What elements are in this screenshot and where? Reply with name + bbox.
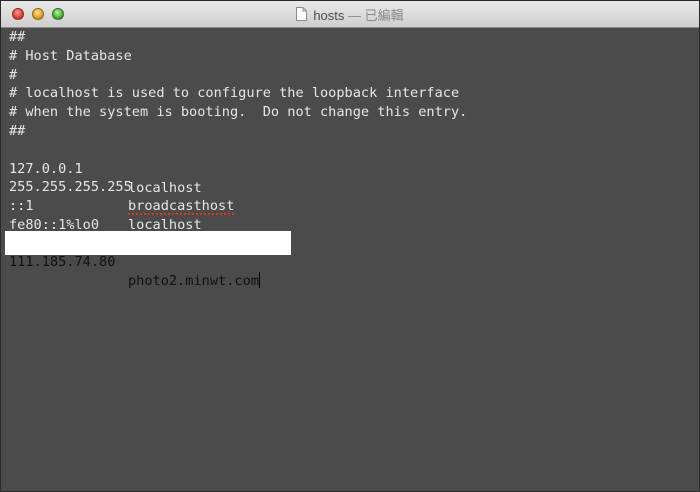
added-entry-ip: 111.185.74.80: [9, 254, 116, 270]
window-title-text: hosts — 已編輯: [313, 5, 403, 24]
comment-line: ##: [9, 123, 26, 139]
document-icon[interactable]: [296, 7, 308, 21]
host-entry: fe80::1%lo0 localhost: [1, 197, 691, 252]
text-area[interactable]: ## # Host Database # # localhost is used…: [1, 28, 699, 491]
title-bar[interactable]: hosts — 已編輯: [1, 1, 699, 28]
added-host-entry: 111.185.74.80 photo2.minwt.com: [5, 234, 291, 289]
comment-line: # localhost is used to configure the loo…: [9, 85, 460, 101]
comment-line: #: [9, 67, 18, 83]
host-entry: 127.0.0.1 localhost: [1, 141, 691, 196]
window-title: hosts — 已編輯: [1, 1, 699, 27]
edited-status: 已編輯: [364, 7, 404, 23]
added-entry-hostname: photo2.minwt.com: [128, 273, 259, 289]
comment-line: # when the system is booting. Do not cha…: [9, 104, 468, 120]
comment-line: # Host Database: [9, 48, 132, 64]
title-separator: —: [344, 7, 365, 23]
added-entry-hostname-wrap: photo2.minwt.com: [128, 272, 260, 291]
text-editor-window: hosts — 已編輯 ## # Host Database # # local…: [0, 0, 700, 492]
text-caret: [258, 272, 260, 288]
comment-line: ##: [9, 29, 26, 45]
filename: hosts: [313, 7, 345, 23]
added-entry-highlight[interactable]: 111.185.74.80 photo2.minwt.com: [5, 231, 291, 289]
host-entry: 255.255.255.255 broadcasthost: [1, 159, 691, 214]
host-entry: ::1 localhost: [1, 178, 691, 233]
